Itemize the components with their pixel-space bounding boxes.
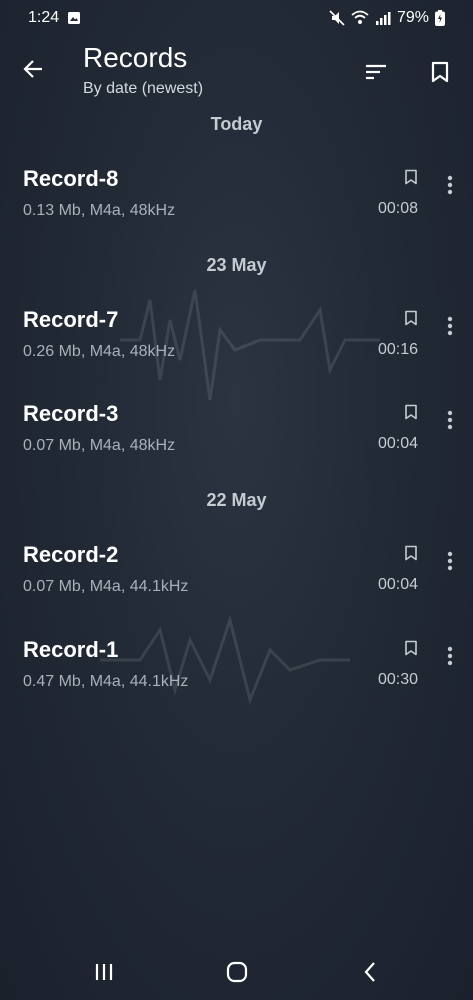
record-name: Record-8 [23,166,119,191]
record-duration: 00:08 [377,200,418,217]
home-icon [226,961,248,983]
record-meta: 0.26 Mb, M4a, 48kHz [23,343,176,360]
record-name: Record-1 [23,637,119,662]
record-more-button[interactable] [438,546,462,576]
record-item[interactable]: Record-7 0.26 Mb, M4a, 48kHz 00:16 [0,307,473,387]
status-right: 79% [329,9,445,27]
status-bar: 1:24 79% [0,0,473,36]
page-title: Records [83,42,188,73]
mute-icon [329,10,345,26]
back-button[interactable] [14,50,52,88]
nav-recents-button[interactable] [84,954,124,990]
bookmark-outline-icon [405,640,417,656]
record-item[interactable]: Record-8 0.13 Mb, M4a, 48kHz 00:08 [0,166,473,246]
sort-icon [366,64,386,80]
arrow-left-icon [23,60,42,78]
gallery-notification-icon [68,12,81,24]
record-meta: 0.47 Mb, M4a, 44.1kHz [23,673,189,690]
system-nav-bar [0,944,473,1000]
signal-icon [375,12,391,25]
record-more-button[interactable] [438,641,462,671]
more-vertical-icon [447,410,453,430]
record-bookmark-button[interactable] [400,401,422,423]
bookmark-outline-icon [405,310,417,326]
record-duration: 00:04 [377,435,418,452]
bookmark-outline-icon [405,404,417,420]
sort-subtitle: By date (newest) [83,80,204,97]
record-duration: 00:30 [377,671,418,688]
section-header-today: Today [210,114,263,134]
record-more-button[interactable] [438,170,462,200]
status-left: 1:24 [28,9,81,27]
record-bookmark-button[interactable] [400,307,422,329]
sort-button[interactable] [358,54,394,90]
record-name: Record-3 [23,401,119,426]
record-duration: 00:04 [377,576,418,593]
record-bookmark-button[interactable] [400,637,422,659]
bookmark-outline-icon [405,169,417,185]
more-vertical-icon [447,646,453,666]
record-duration: 00:16 [377,341,418,358]
battery-icon [435,10,445,26]
bookmark-icon [431,61,449,83]
record-item[interactable]: Record-1 0.47 Mb, M4a, 44.1kHz 00:30 [0,637,473,717]
nav-back-button[interactable] [350,954,390,990]
bookmark-outline-icon [405,545,417,561]
battery-percent: 79% [396,9,429,26]
recents-icon [95,964,113,980]
record-bookmark-button[interactable] [400,166,422,188]
record-bookmark-button[interactable] [400,542,422,564]
record-meta: 0.07 Mb, M4a, 44.1kHz [23,578,189,595]
record-meta: 0.13 Mb, M4a, 48kHz [23,202,176,219]
status-time: 1:24 [28,9,60,26]
record-more-button[interactable] [438,311,462,341]
record-meta: 0.07 Mb, M4a, 48kHz [23,437,176,454]
record-item[interactable]: Record-2 0.07 Mb, M4a, 44.1kHz 00:04 [0,542,473,622]
chevron-left-icon [364,962,375,982]
bookmarks-button[interactable] [422,54,458,90]
section-header-22-may: 22 May [206,490,267,510]
wifi-icon [351,10,369,24]
app-bar: Records By date (newest) [0,36,473,106]
more-vertical-icon [447,316,453,336]
more-vertical-icon [447,175,453,195]
record-name: Record-2 [23,542,119,567]
record-item[interactable]: Record-3 0.07 Mb, M4a, 48kHz 00:04 [0,401,473,481]
record-name: Record-7 [23,307,119,332]
record-more-button[interactable] [438,405,462,435]
section-header-23-may: 23 May [206,255,267,275]
nav-home-button[interactable] [217,954,257,990]
more-vertical-icon [447,551,453,571]
